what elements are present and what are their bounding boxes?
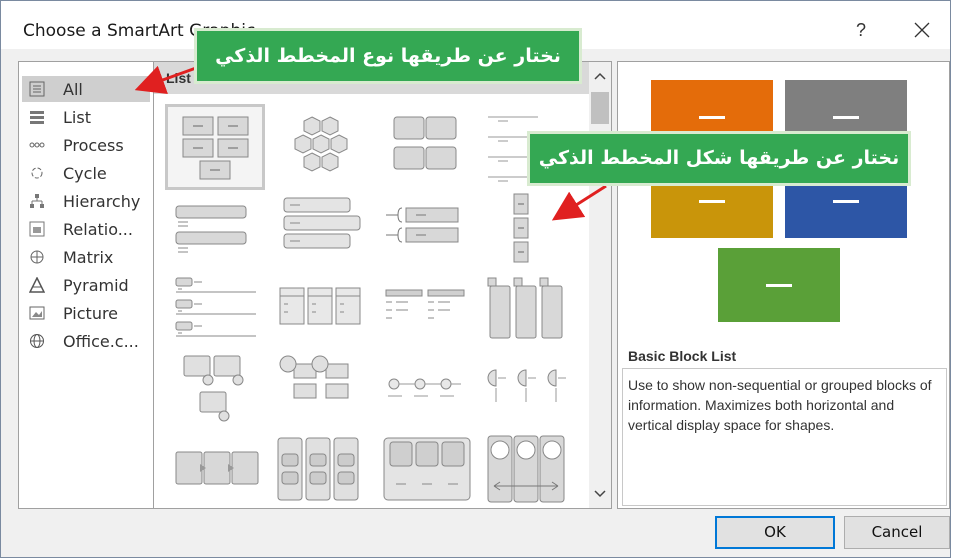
callout-category-type: نختار عن طريقها نوع المخطط الذكي	[194, 28, 582, 84]
arrow-to-layout	[551, 184, 607, 221]
annotation-arrows	[134, 65, 607, 221]
callout-layout-shape: نختار عن طريقها شكل المخطط الذكي	[527, 131, 911, 186]
arrow-to-category	[134, 65, 197, 95]
